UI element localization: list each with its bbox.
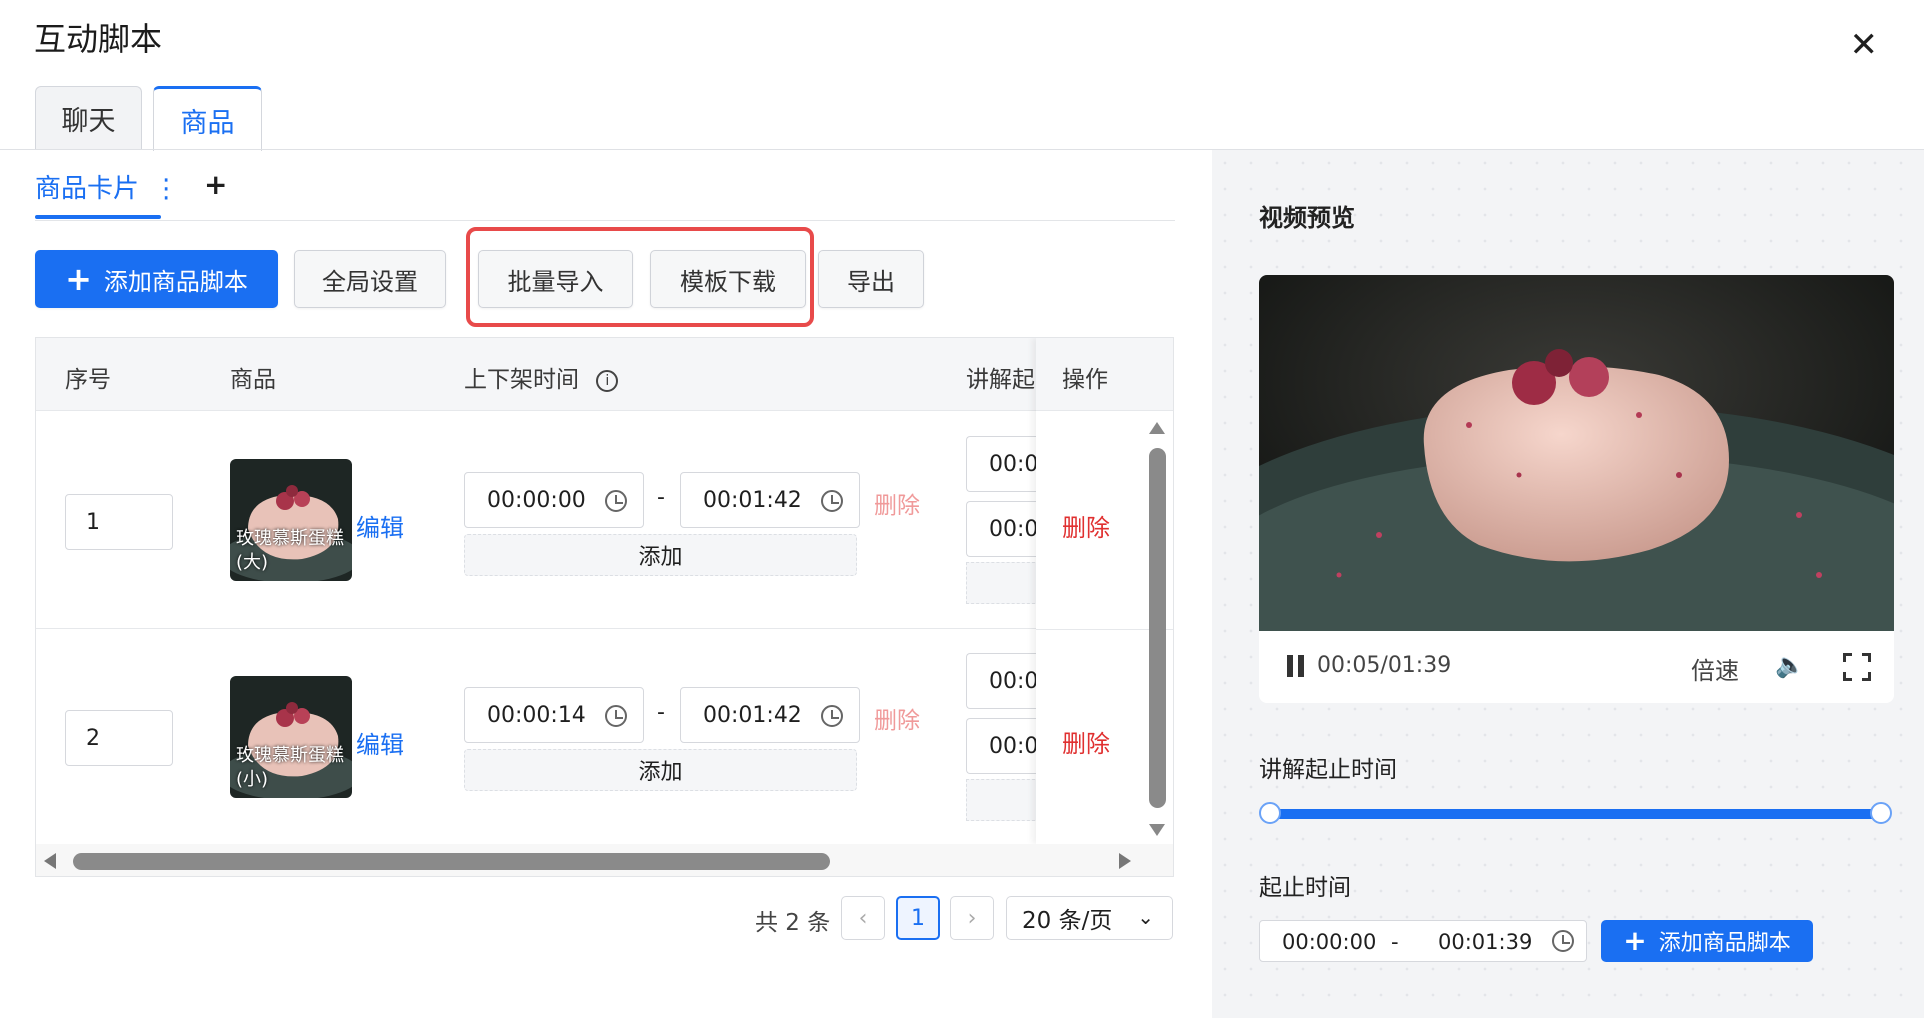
explain-time-input[interactable]: 00:0: [966, 653, 1040, 709]
column-index: 序号: [65, 367, 111, 393]
add-product-script-secondary-label: 添加商品脚本: [1658, 931, 1791, 956]
page-1-button[interactable]: 1: [896, 896, 940, 940]
end-time-input[interactable]: 00:01:42: [680, 687, 860, 743]
chevron-down-icon: ⌄: [1137, 905, 1154, 929]
video-frame: [1259, 275, 1894, 631]
index-input[interactable]: 1: [65, 494, 173, 550]
range-separator: -: [1391, 930, 1399, 954]
range-slider-end-handle[interactable]: [1870, 802, 1892, 824]
vertical-scrollbar-thumb[interactable]: [1149, 448, 1166, 808]
delete-row-button[interactable]: 删除: [1062, 508, 1110, 543]
operation-column: 操作 删除 删除: [1036, 338, 1173, 844]
start-time-value: 00:00:14: [487, 702, 586, 728]
clock-icon: [821, 490, 843, 512]
delete-time-link[interactable]: 删除: [874, 701, 920, 735]
pagination-total: 共 2 条: [755, 910, 831, 936]
product-name: 玫瑰慕斯蛋糕(小): [236, 745, 344, 790]
range-start: 00:00:00: [1282, 930, 1377, 954]
column-explain-time: 讲解起: [966, 367, 1035, 393]
edit-link[interactable]: 编辑: [356, 725, 404, 760]
global-settings-button[interactable]: 全局设置: [294, 250, 446, 308]
start-time-input[interactable]: 00:00:00: [464, 472, 644, 528]
subtab-product-card[interactable]: 商品卡片 ⋮: [35, 168, 179, 205]
add-product-script-button-secondary[interactable]: + 添加商品脚本: [1601, 920, 1813, 962]
explain-add-button[interactable]: [966, 562, 1040, 604]
scroll-right-arrow[interactable]: [1119, 853, 1131, 869]
column-product: 商品: [230, 367, 276, 393]
video-player[interactable]: [1259, 275, 1894, 631]
subtab-divider: [35, 220, 1175, 221]
clock-icon: [605, 705, 627, 727]
range-slider-track[interactable]: [1270, 809, 1882, 819]
product-thumbnail: 玫瑰慕斯蛋糕(大): [230, 459, 352, 581]
explain-time-input[interactable]: 00:0: [966, 436, 1040, 492]
index-input[interactable]: 2: [65, 710, 173, 766]
product-table: 序号 商品 上下架时间 i 讲解起 1 玫瑰慕斯蛋糕(大) 编辑 00:00:0…: [35, 337, 1174, 877]
product-name: 玫瑰慕斯蛋糕(大): [236, 528, 344, 573]
clock-icon: [821, 705, 843, 727]
time-range-picker[interactable]: 00:00:00 - 00:01:39: [1259, 920, 1587, 962]
more-icon[interactable]: ⋮: [153, 174, 179, 204]
subtab-label: 商品卡片: [35, 174, 140, 204]
edit-link[interactable]: 编辑: [356, 508, 404, 543]
video-controls: 00:05/01:39 倍速 🔈: [1259, 631, 1894, 703]
clock-icon: [1552, 930, 1574, 952]
plus-icon: +: [1623, 924, 1647, 957]
clock-icon: [605, 490, 627, 512]
subtab-underline: [35, 215, 161, 219]
end-time-value: 00:01:42: [703, 702, 802, 728]
column-operation: 操作: [1062, 367, 1108, 393]
add-subtab-icon[interactable]: +: [204, 168, 227, 201]
fullscreen-icon[interactable]: [1843, 653, 1871, 681]
column-shelf-time: 上下架时间 i: [464, 360, 619, 394]
volume-icon[interactable]: 🔈: [1775, 651, 1805, 679]
tab-chat[interactable]: 聊天: [35, 86, 142, 150]
range-end: 00:01:39: [1438, 930, 1533, 954]
plus-icon: +: [65, 260, 92, 298]
range-slider-start-handle[interactable]: [1259, 802, 1281, 824]
column-shelf-time-label: 上下架时间: [464, 367, 579, 393]
video-preview-title: 视频预览: [1259, 204, 1355, 232]
scroll-up-arrow[interactable]: [1149, 422, 1165, 434]
scroll-left-arrow[interactable]: [44, 853, 56, 869]
delete-row-button[interactable]: 删除: [1062, 724, 1110, 759]
delete-time-link[interactable]: 删除: [874, 486, 920, 520]
explain-time-input[interactable]: 00:0: [966, 718, 1040, 774]
start-end-label: 起止时间: [1259, 875, 1351, 901]
start-time-input[interactable]: 00:00:14: [464, 687, 644, 743]
add-product-script-button[interactable]: + 添加商品脚本: [35, 250, 278, 308]
prev-page-button[interactable]: ‹: [841, 896, 885, 940]
scroll-down-arrow[interactable]: [1149, 824, 1165, 836]
highlight-box: [466, 227, 814, 327]
table-header: 序号 商品 上下架时间 i 讲解起: [36, 338, 1173, 411]
time-separator: -: [657, 700, 665, 725]
operation-header: 操作: [1036, 338, 1173, 411]
table-row: 1 玫瑰慕斯蛋糕(大) 编辑 00:00:00 - 00:01:42 删除 添加…: [36, 412, 1173, 629]
table-row: 2 玫瑰慕斯蛋糕(小) 编辑 00:00:14 - 00:01:42 删除 添加…: [36, 629, 1173, 846]
product-thumbnail: 玫瑰慕斯蛋糕(小): [230, 676, 352, 798]
page-size-value: 20 条/页: [1022, 908, 1113, 934]
end-time-value: 00:01:42: [703, 487, 802, 513]
page-title: 互动脚本: [34, 20, 163, 58]
add-product-script-label: 添加商品脚本: [103, 267, 248, 296]
explain-range-label: 讲解起止时间: [1259, 757, 1397, 783]
end-time-input[interactable]: 00:01:42: [680, 472, 860, 528]
next-page-button[interactable]: ›: [950, 896, 994, 940]
pause-icon[interactable]: [1287, 655, 1305, 677]
explain-time-input[interactable]: 00:0: [966, 501, 1040, 557]
info-icon[interactable]: i: [596, 370, 619, 392]
page-size-select[interactable]: 20 条/页 ⌄: [1006, 896, 1173, 940]
video-time: 00:05/01:39: [1317, 653, 1452, 678]
add-time-button[interactable]: 添加: [464, 534, 857, 576]
start-time-value: 00:00:00: [487, 487, 586, 513]
explain-add-button[interactable]: [966, 779, 1040, 821]
speed-button[interactable]: 倍速: [1691, 651, 1739, 686]
time-separator: -: [657, 485, 665, 510]
export-button[interactable]: 导出: [818, 250, 924, 308]
add-time-button[interactable]: 添加: [464, 749, 857, 791]
tab-goods[interactable]: 商品: [153, 86, 262, 151]
horizontal-scrollbar-thumb[interactable]: [73, 853, 830, 870]
close-icon[interactable]: ✕: [1850, 28, 1879, 62]
